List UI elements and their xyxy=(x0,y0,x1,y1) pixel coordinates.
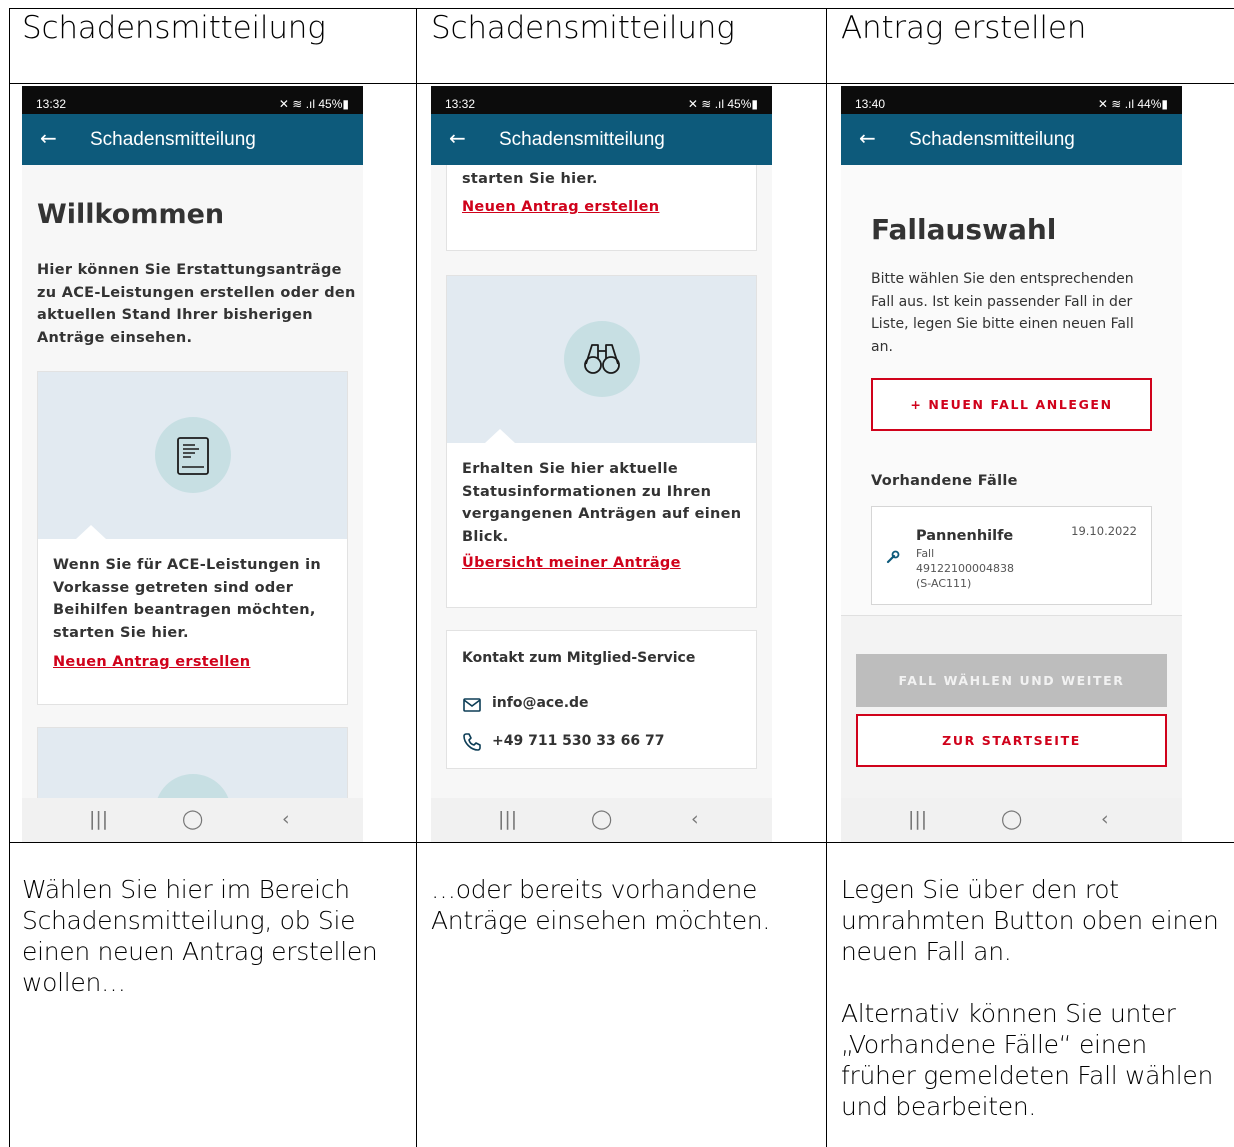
column-caption-2: …oder bereits vorhandene Anträge einsehe… xyxy=(431,875,770,935)
recents-button[interactable]: ||| xyxy=(89,808,108,830)
table-border-top xyxy=(9,8,1234,9)
card-illustration xyxy=(38,728,347,798)
card-text: Erhalten Sie hier aktuelle Statusinforma… xyxy=(462,461,742,545)
app-bar: ← Schadensmitteilung xyxy=(841,114,1182,165)
overview-card-partial xyxy=(37,727,348,798)
status-bar: 13:32 ✕ ≋ .ıl 45%▮ xyxy=(431,86,772,114)
overview-card: Erhalten Sie hier aktuelle Statusinforma… xyxy=(446,275,757,608)
home-button[interactable]: ◯ xyxy=(591,808,612,830)
case-list-item[interactable]: Pannenhilfe 19.10.2022 Fall 491221000048… xyxy=(871,506,1152,605)
case-date: 19.10.2022 xyxy=(1071,524,1137,538)
new-claim-card-end: starten Sie hier. Neuen Antrag erstellen xyxy=(446,165,757,251)
back-arrow-icon[interactable]: ← xyxy=(449,126,466,150)
card-notch xyxy=(76,525,106,539)
status-time: 13:32 xyxy=(36,97,67,111)
intro-text: Bitte wählen Sie den entsprechenden Fall… xyxy=(871,271,1134,355)
contact-card: Kontakt zum Mitglied-Service info@ace.de… xyxy=(446,630,757,769)
app-bar-title: Schadensmitteilung xyxy=(909,129,1075,150)
phone-icon xyxy=(463,733,481,751)
wrench-icon xyxy=(886,550,900,564)
phone-screen-case-selection: 13:40 ✕ ≋ .ıl 44%▮ ← Schadensmitteilung … xyxy=(841,86,1182,842)
nav-back-button[interactable]: ‹ xyxy=(282,808,290,830)
home-button[interactable]: ◯ xyxy=(182,808,203,830)
contact-phone[interactable]: +49 711 530 33 66 77 xyxy=(492,730,664,753)
icon-circle xyxy=(564,321,640,397)
status-time: 13:32 xyxy=(445,97,476,111)
icon-circle xyxy=(155,417,231,493)
card-notch xyxy=(485,429,515,443)
column-title-1: Schadensmitteilung xyxy=(22,10,326,46)
screen-content[interactable]: Fallauswahl Bitte wählen Sie den entspre… xyxy=(841,165,1182,798)
contact-title: Kontakt zum Mitglied-Service xyxy=(462,650,696,666)
mail-icon xyxy=(463,698,481,712)
table-divider-2 xyxy=(826,8,827,1147)
bottom-sheet: FALL WÄHLEN UND WEITER ZUR STARTSEITE xyxy=(841,615,1182,798)
table-border-left xyxy=(9,8,10,1147)
app-bar-title: Schadensmitteilung xyxy=(499,129,665,150)
status-time: 13:40 xyxy=(855,97,886,111)
page-title: Willkommen xyxy=(37,199,225,230)
screen-content[interactable]: Willkommen Hier können Sie Erstattungsan… xyxy=(22,165,363,798)
phone-screen-overview: 13:32 ✕ ≋ .ıl 45%▮ ← Schadensmitteilung … xyxy=(431,86,772,842)
card-text-tail: starten Sie hier. xyxy=(462,171,598,187)
phone-screen-welcome: 13:32 ✕ ≋ .ıl 45%▮ ← Schadensmitteilung … xyxy=(22,86,363,842)
icon-circle xyxy=(155,774,231,798)
overview-link[interactable]: Übersicht meiner Anträge xyxy=(462,555,681,571)
new-claim-card: Wenn Sie für ACE-Leistungen in Vorkasse … xyxy=(37,371,348,705)
case-number: 49122100004838 xyxy=(916,562,1014,575)
page-title: Fallauswahl xyxy=(871,213,1057,246)
android-nav-bar: ||| ◯ ‹ xyxy=(431,798,772,842)
binoculars-icon xyxy=(155,774,231,798)
status-icons: ✕ ≋ .ıl 45%▮ xyxy=(278,97,349,111)
case-name: Pannenhilfe xyxy=(916,528,1014,544)
case-code: (S-AC111) xyxy=(916,577,972,590)
status-bar: 13:40 ✕ ≋ .ıl 44%▮ xyxy=(841,86,1182,114)
status-icons: ✕ ≋ .ıl 44%▮ xyxy=(1097,97,1168,111)
binoculars-icon xyxy=(584,344,620,374)
contact-email[interactable]: info@ace.de xyxy=(492,692,589,715)
column-caption-1: Wählen Sie hier im Bereich Schadensmitte… xyxy=(22,875,378,997)
card-illustration xyxy=(447,276,756,443)
new-case-button[interactable]: + NEUEN FALL ANLEGEN xyxy=(871,378,1152,431)
card-text: Wenn Sie für ACE-Leistungen in Vorkasse … xyxy=(53,557,322,641)
table-border-middle xyxy=(9,842,1234,843)
column-title-2: Schadensmitteilung xyxy=(431,10,735,46)
recents-button[interactable]: ||| xyxy=(498,808,517,830)
status-bar: 13:32 ✕ ≋ .ıl 45%▮ xyxy=(22,86,363,114)
table-divider-1 xyxy=(416,8,417,1147)
new-claim-link[interactable]: Neuen Antrag erstellen xyxy=(462,199,659,215)
column-title-3: Antrag erstellen xyxy=(841,10,1087,46)
back-arrow-icon[interactable]: ← xyxy=(859,126,876,150)
intro-text: Hier können Sie Erstattungsanträge zu AC… xyxy=(37,262,356,346)
nav-back-button[interactable]: ‹ xyxy=(1101,808,1109,830)
column-caption-3: Legen Sie über den rot umrahmten Button … xyxy=(841,875,1219,966)
app-bar: ← Schadensmitteilung xyxy=(22,114,363,165)
table-border-header xyxy=(9,83,1234,84)
android-nav-bar: ||| ◯ ‹ xyxy=(22,798,363,842)
home-button[interactable]: ◯ xyxy=(1001,808,1022,830)
case-label: Fall xyxy=(916,547,935,560)
card-illustration xyxy=(38,372,347,539)
app-bar-title: Schadensmitteilung xyxy=(90,129,256,150)
screen-content[interactable]: starten Sie hier. Neuen Antrag erstellen… xyxy=(431,165,772,798)
status-icons: ✕ ≋ .ıl 45%▮ xyxy=(687,97,758,111)
android-nav-bar: ||| ◯ ‹ xyxy=(841,798,1182,842)
back-arrow-icon[interactable]: ← xyxy=(40,126,57,150)
existing-cases-title: Vorhandene Fälle xyxy=(871,473,1018,489)
recents-button[interactable]: ||| xyxy=(908,808,927,830)
app-bar: ← Schadensmitteilung xyxy=(431,114,772,165)
new-claim-link[interactable]: Neuen Antrag erstellen xyxy=(53,654,250,670)
document-icon xyxy=(177,437,209,475)
choose-case-button[interactable]: FALL WÄHLEN UND WEITER xyxy=(856,654,1167,707)
nav-back-button[interactable]: ‹ xyxy=(691,808,699,830)
home-page-button[interactable]: ZUR STARTSEITE xyxy=(856,714,1167,767)
column-caption-3b: Alternativ können Sie unter „Vorhandene … xyxy=(841,999,1213,1121)
